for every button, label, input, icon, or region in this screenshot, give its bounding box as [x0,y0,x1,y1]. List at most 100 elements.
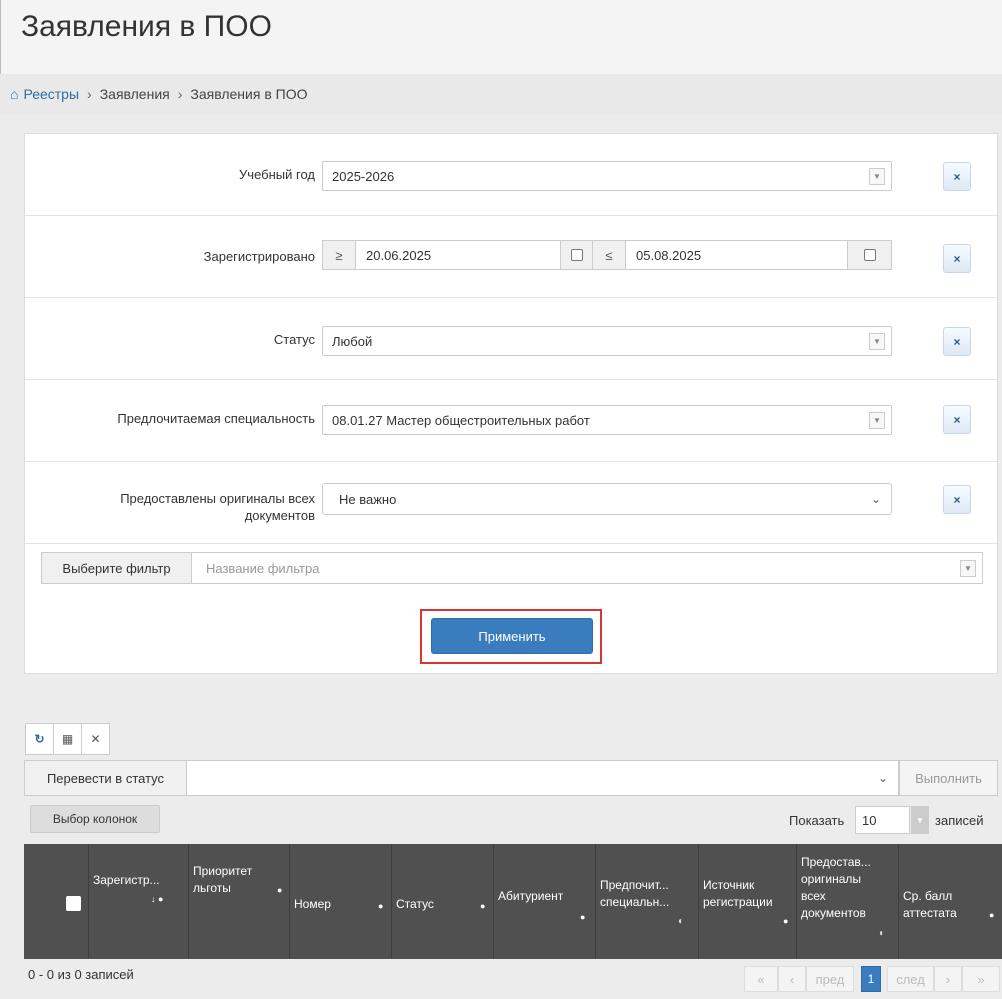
column-source[interactable]: Источник регистрации ● [698,844,796,959]
filter-panel: Учебный год 2025-2026 ▼ × Зарегистрирова… [24,133,998,674]
prev-arrow-button[interactable]: ‹ [778,966,806,992]
records-info: 0 - 0 из 0 записей [28,967,134,982]
filter-row-registered: Зарегистрировано ≥ 20.06.2025 ≤ 05.08.20… [25,216,997,298]
specialty-value: 08.01.27 Мастер общестроительных работ [332,413,590,428]
sort-icon[interactable]: ● [480,898,485,914]
sort-icon[interactable]: ● [989,907,994,923]
hidden-eye-icon[interactable]: ◐ [678,914,684,930]
chevron-down-icon: ⌄ [870,492,881,506]
column-specialty-line1: Предпочит... [600,878,669,892]
specialty-label: Предлочитаемая специальность [117,411,315,426]
page-header: Заявления в ПОО [0,0,1002,74]
clear-specialty-button[interactable]: × [943,405,971,434]
status-select[interactable]: Любой ▼ [322,326,892,356]
column-status[interactable]: Статус ● [391,844,493,959]
breadcrumb-current: Заявления в ПОО [190,86,308,102]
hidden-eye-icon[interactable]: ◐ [879,926,885,942]
last-page-button[interactable]: » [962,966,1000,992]
date-to-input[interactable]: 05.08.2025 [625,240,848,270]
records-label: записей [935,813,984,828]
date-from-input[interactable]: 20.06.2025 [355,240,561,270]
first-page-button[interactable]: « [744,966,778,992]
date-from-value: 20.06.2025 [366,248,432,263]
registered-date-range: ≥ 20.06.2025 ≤ 05.08.2025 [322,240,892,270]
date-to-value: 05.08.2025 [636,248,702,263]
bulk-action-label: Перевести в статус [24,760,187,796]
sort-icon[interactable]: ● [378,898,383,914]
sort-icon[interactable]: ● [277,882,282,898]
originals-select[interactable]: Не важно ⌄ [322,483,892,515]
column-priority[interactable]: Приоритет льготы ● [188,844,289,959]
column-originals-line3: всех [801,889,826,903]
breadcrumb-separator: › [177,86,183,102]
next-arrow-button[interactable]: › [934,966,962,992]
close-icon[interactable]: ✕ [81,723,110,755]
bulk-action-select[interactable]: ⌄ [186,760,899,796]
status-value: Любой [332,334,373,349]
refresh-icon[interactable]: ↻ [25,723,54,755]
date-from-checkbox-wrap [560,240,593,270]
sort-icon[interactable]: ● [580,909,585,925]
page-size-caret-icon[interactable]: ▼ [911,806,929,834]
clear-originals-button[interactable]: × [943,485,971,514]
home-icon[interactable]: ⌂ [10,86,18,102]
breadcrumb-applications[interactable]: Заявления [100,86,170,102]
page-1-button[interactable]: 1 [861,966,881,992]
column-chooser-button[interactable]: Выбор колонок [30,805,160,833]
show-label: Показать [789,813,845,828]
column-originals[interactable]: Предостав... оригиналы всех документов ◐ [796,844,898,959]
clear-status-button[interactable]: × [943,327,971,356]
academic-year-value: 2025-2026 [332,169,395,184]
column-specialty-line2: специальн... [600,895,670,909]
breadcrumb-registries[interactable]: Реестры [23,86,79,102]
column-specialty[interactable]: Предпочит... специальн... ◐ [595,844,698,959]
caret-down-icon: ▼ [869,412,885,429]
grid-icon[interactable]: ▦ [53,723,82,755]
column-applicant-label: Абитуриент [498,889,564,903]
date-to-checkbox-wrap [847,240,892,270]
bulk-action-row: Перевести в статус ⌄ Выполнить [24,760,998,796]
registered-label: Зарегистрировано [203,249,315,264]
originals-label-line2: документов [244,508,315,523]
caret-down-icon: ▼ [869,333,885,350]
sort-down-icon[interactable]: ↓ ● [151,891,163,907]
column-source-line2: регистрации [703,895,773,909]
clear-academic-year-button[interactable]: × [943,162,971,191]
page-size-input[interactable]: 10 [855,806,910,834]
filter-row-status: Статус Любой ▼ × [25,298,997,380]
originals-value: Не важно [339,492,397,507]
date-to-checkbox[interactable] [863,249,876,261]
apply-button[interactable]: Применить [431,618,593,654]
select-all-checkbox[interactable] [66,896,81,911]
date-from-checkbox[interactable] [570,249,583,261]
column-average-grade-line2: аттестата [903,906,957,920]
academic-year-select[interactable]: 2025-2026 ▼ [322,161,892,191]
sort-icon[interactable]: ● [783,913,788,929]
column-registered[interactable]: Зарегистр... ↓ ● [88,844,188,959]
to-operator: ≤ [592,240,626,270]
saved-filter-select[interactable]: Название фильтра ▼ [191,552,983,584]
originals-label: Предоставлены оригиналы всех документов [120,490,315,524]
next-page-button[interactable]: след [887,966,934,992]
caret-down-icon: ▼ [960,560,976,577]
specialty-select[interactable]: 08.01.27 Мастер общестроительных работ ▼ [322,405,892,435]
column-source-line1: Источник [703,878,755,892]
table-header: Зарегистр... ↓ ● Приоритет льготы ● Номе… [24,844,1002,959]
column-priority-line1: Приоритет [193,864,253,878]
column-priority-line2: льготы [193,881,231,895]
column-average-grade[interactable]: Ср. балл аттестата ● [898,844,1002,959]
caret-down-icon: ▼ [869,168,885,185]
clear-registered-button[interactable]: × [943,244,971,273]
originals-label-line1: Предоставлены оригиналы всех [120,491,315,506]
column-registered-label: Зарегистр... [93,873,160,887]
breadcrumb: ⌂ Реестры › Заявления › Заявления в ПОО [0,74,1002,114]
prev-page-button[interactable]: пред [806,966,854,992]
page-title: Заявления в ПОО [21,10,272,43]
from-operator: ≥ [322,240,356,270]
filter-row-specialty: Предлочитаемая специальность 08.01.27 Ма… [25,380,997,462]
column-originals-line1: Предостав... [801,855,871,869]
column-number[interactable]: Номер ● [289,844,391,959]
execute-button[interactable]: Выполнить [899,760,998,796]
status-label: Статус [273,332,315,347]
column-applicant[interactable]: Абитуриент ● [493,844,595,959]
